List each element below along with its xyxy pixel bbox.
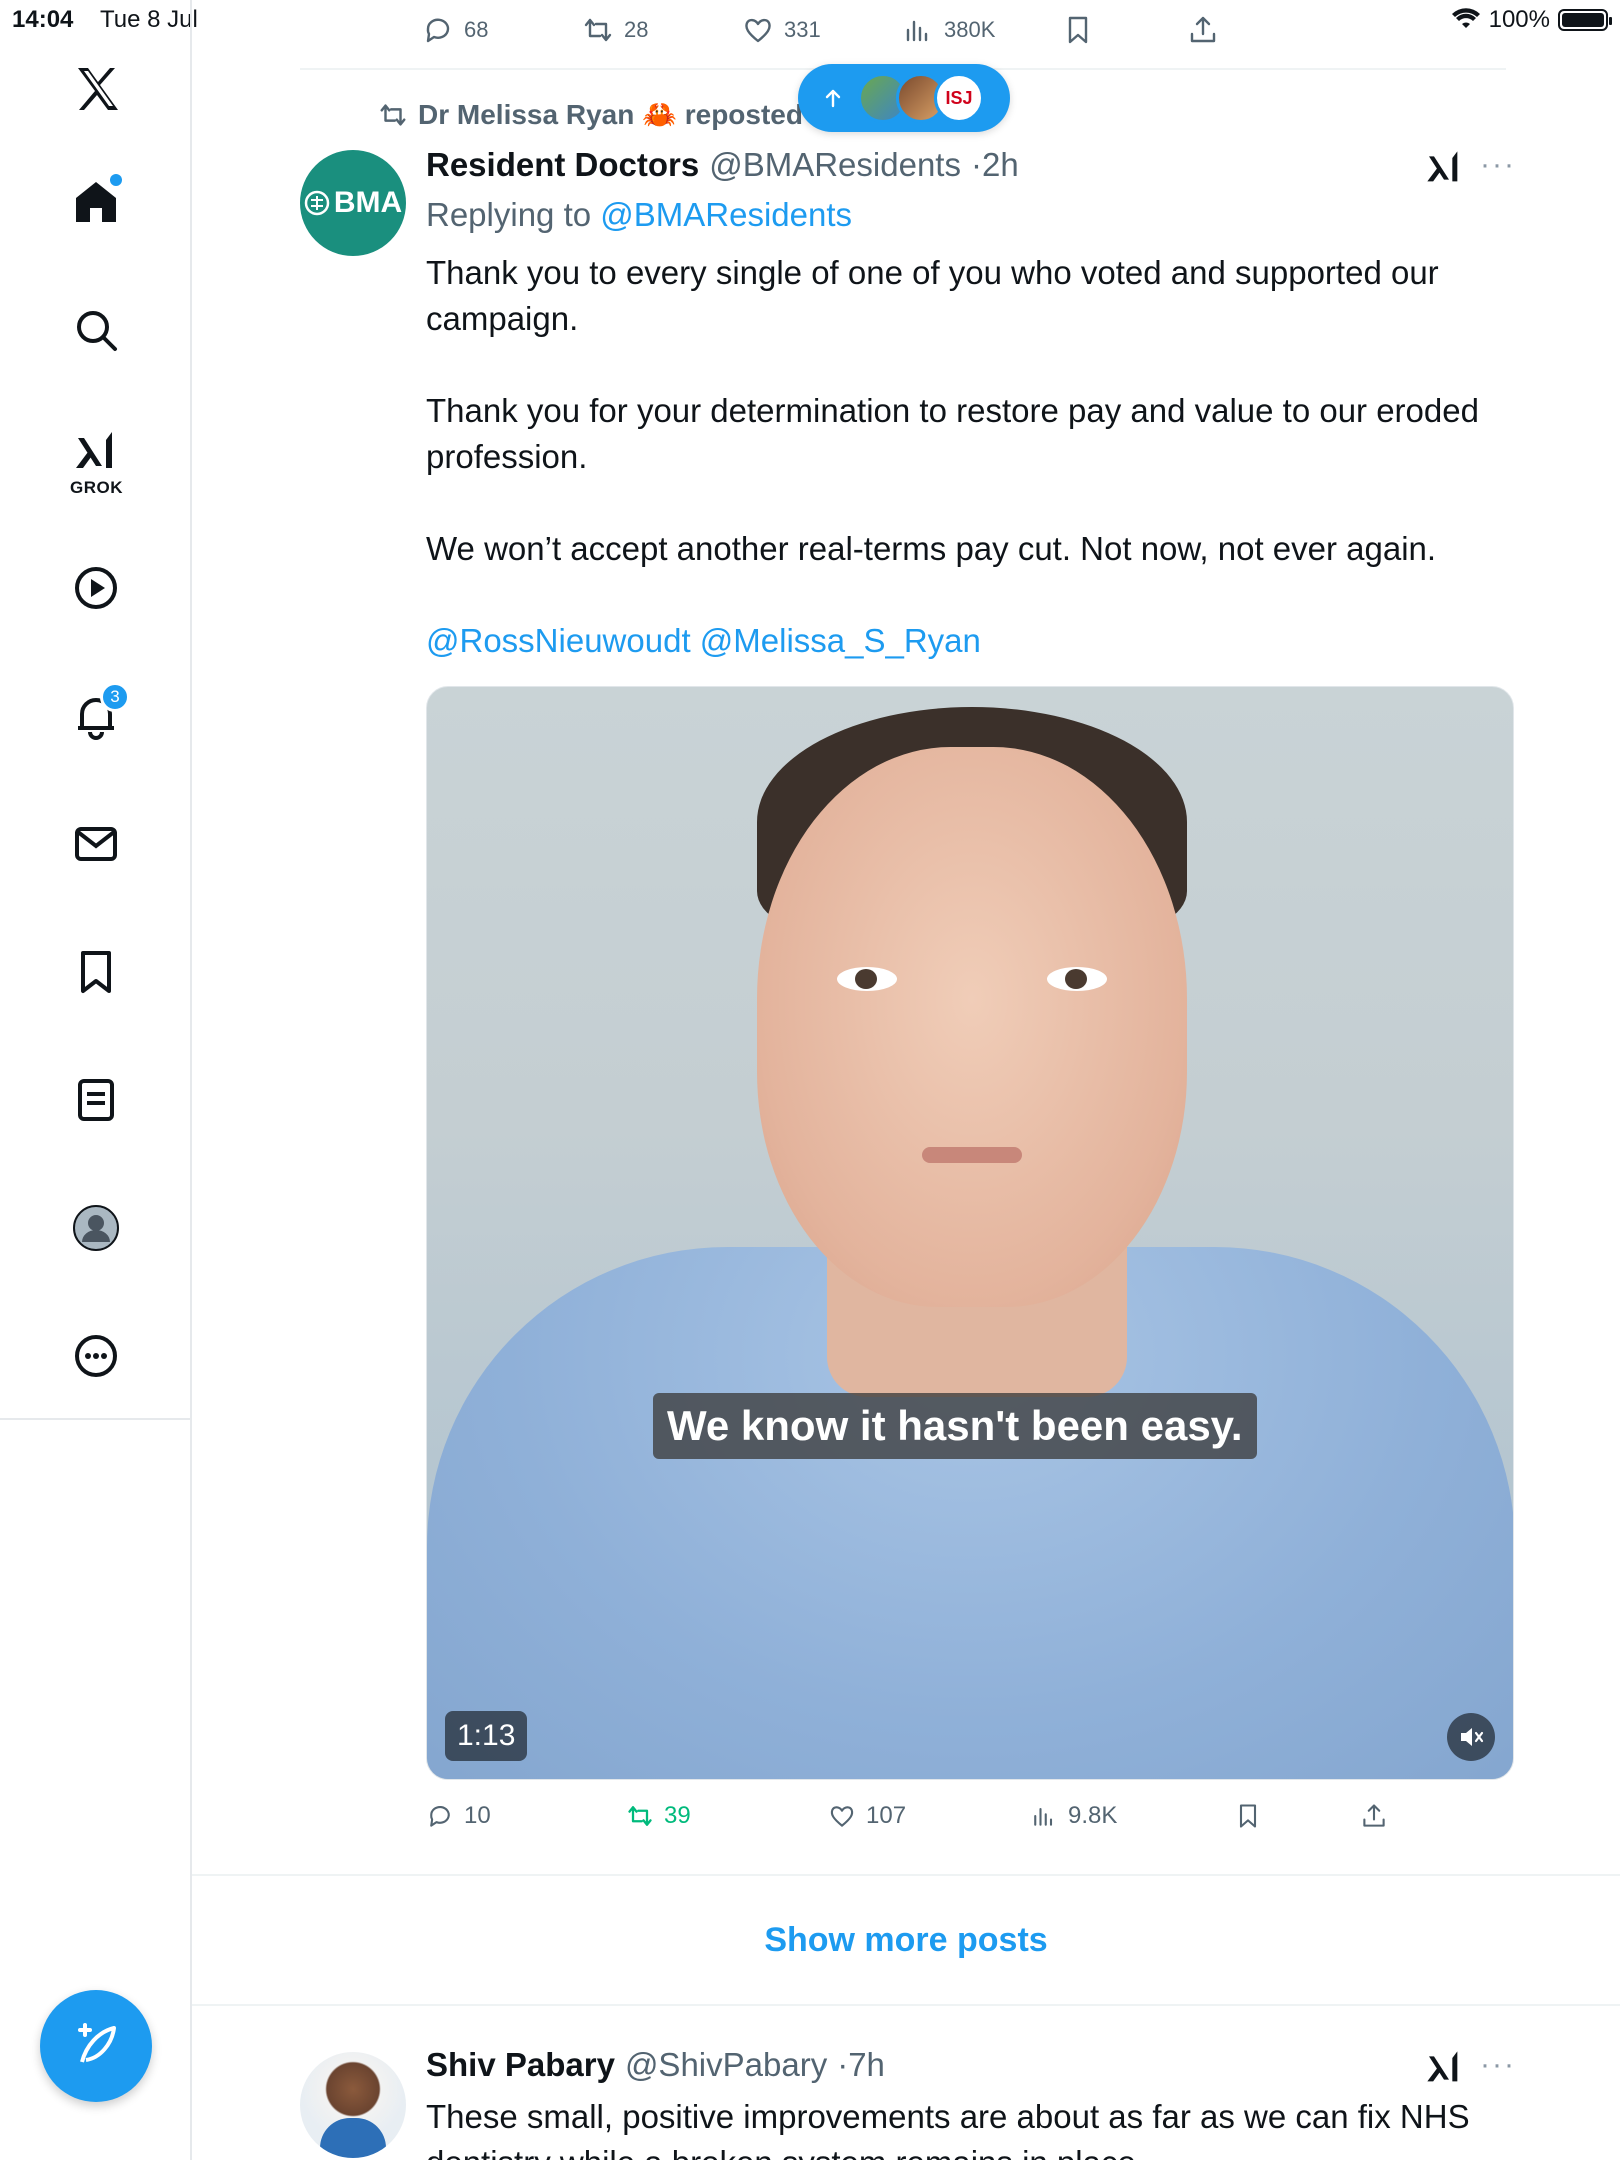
tweet-time[interactable]: 7h — [848, 2046, 885, 2084]
tweet-header: Shiv Pabary @ShivPabary · 7h — [426, 2046, 885, 2084]
views-icon — [1034, 1807, 1053, 1826]
search-icon[interactable] — [56, 290, 136, 370]
x-logo-icon[interactable] — [56, 48, 136, 128]
repost-indicator[interactable]: Dr Melissa Ryan 🦀 reposted — [378, 98, 803, 131]
like-count: 107 — [866, 1802, 907, 1829]
timeline: 68 28 331 380K Dr Melissa Ryan 🦀 reposte… — [192, 0, 1620, 2160]
tweet-paragraph: We won’t accept another real-terms pay c… — [426, 530, 1437, 567]
repost-icon — [584, 18, 612, 42]
like-button[interactable]: 107 — [828, 1802, 1030, 1830]
bma-logo-icon — [304, 190, 330, 216]
separator-dot: · — [837, 2046, 849, 2083]
views-count: 9.8K — [1068, 1802, 1118, 1829]
muted-speaker-icon — [1461, 1728, 1484, 1746]
tweet-text: These small, positive improvements are a… — [426, 2098, 1470, 2160]
more-icon[interactable] — [56, 1316, 136, 1396]
bookmark-button[interactable] — [1234, 1802, 1360, 1830]
repost-button[interactable]: 39 — [626, 1802, 828, 1830]
bookmark-button[interactable] — [1062, 14, 1187, 46]
grok-label: GROK — [70, 478, 123, 497]
feed-divider — [192, 1874, 1620, 1876]
share-icon — [1190, 16, 1216, 43]
avatar[interactable]: BMA — [300, 150, 406, 256]
repost-count: 39 — [664, 1802, 691, 1829]
grok-icon[interactable] — [1424, 2048, 1464, 2088]
more-options-icon[interactable]: ··· — [1480, 148, 1516, 182]
replying-to-handle[interactable]: @BMAResidents — [600, 196, 852, 233]
views-button[interactable]: 380K — [902, 14, 1062, 46]
avatar-text: BMA — [333, 186, 403, 219]
more-options-icon[interactable]: ··· — [1480, 2048, 1516, 2082]
repost-icon — [628, 1806, 652, 1826]
tweet-text: Thank you to every single of one of you … — [426, 250, 1506, 710]
pill-avatar: ISJ — [934, 73, 984, 123]
share-icon — [1363, 1804, 1385, 1827]
replying-to: Replying to @BMAResidents — [426, 196, 852, 234]
tweet-header: Resident Doctors @BMAResidents · 2h — [426, 146, 1019, 184]
video-frame-face — [757, 747, 1187, 1307]
compose-button[interactable] — [40, 1990, 152, 2102]
sidebar: GROK 3 — [0, 0, 192, 2160]
repost-button[interactable]: 28 — [582, 14, 742, 46]
bookmark-icon[interactable] — [56, 932, 136, 1012]
views-icon — [906, 20, 928, 42]
views-button[interactable]: 9.8K — [1030, 1802, 1234, 1830]
video-caption: We know it hasn't been easy. — [653, 1393, 1257, 1459]
views-count: 380K — [944, 17, 996, 42]
grok-icon[interactable] — [1424, 148, 1464, 188]
author-handle[interactable]: @BMAResidents — [709, 146, 961, 184]
compose-icon — [78, 2023, 116, 2063]
tweet-paragraph: Thank you to every single of one of you … — [426, 254, 1439, 337]
mail-icon[interactable] — [56, 804, 136, 884]
tweet-actions: 10 39 107 9.8K — [426, 1794, 1426, 1838]
tweet-mentions[interactable]: @RossNieuwoudt @Melissa_S_Ryan — [426, 618, 1506, 664]
heart-icon — [745, 18, 771, 43]
home-unread-dot — [110, 174, 122, 186]
author-name[interactable]: Shiv Pabary — [426, 2046, 615, 2084]
separator-dot: · — [970, 146, 982, 183]
reply-button[interactable]: 10 — [426, 1802, 626, 1830]
author-name[interactable]: Resident Doctors — [426, 146, 699, 184]
sidebar-divider — [0, 1418, 192, 1420]
tweet-time[interactable]: 2h — [982, 146, 1019, 184]
repost-icon — [380, 103, 406, 126]
like-button[interactable]: 331 — [742, 14, 902, 46]
reply-icon — [426, 18, 450, 43]
reply-count: 10 — [464, 1802, 491, 1829]
show-more-posts-button[interactable]: Show more posts — [192, 1878, 1620, 2002]
home-icon[interactable] — [56, 162, 136, 242]
bell-icon[interactable]: 3 — [56, 676, 136, 756]
bookmark-icon — [1068, 16, 1088, 44]
heart-icon — [830, 1806, 854, 1827]
share-button[interactable] — [1360, 1802, 1420, 1830]
previous-tweet-actions: 68 28 331 380K — [422, 8, 1442, 52]
avatar[interactable] — [300, 2052, 406, 2158]
bookmark-icon — [1239, 1804, 1257, 1828]
list-icon[interactable] — [56, 1060, 136, 1140]
reply-button[interactable]: 68 — [422, 14, 582, 46]
mute-button[interactable] — [1447, 1713, 1495, 1761]
notification-badge: 3 — [100, 682, 130, 712]
reply-count: 68 — [464, 17, 489, 42]
share-button[interactable] — [1187, 14, 1247, 46]
like-count: 331 — [784, 17, 821, 42]
new-posts-pill[interactable]: ISJ — [798, 64, 1010, 132]
replying-prefix: Replying to — [426, 196, 592, 233]
arrow-up-icon — [825, 89, 841, 108]
video-duration: 1:13 — [445, 1711, 528, 1761]
author-handle[interactable]: @ShivPabary — [625, 2046, 827, 2084]
repost-by-label: Dr Melissa Ryan 🦀 reposted — [418, 99, 803, 130]
repost-count: 28 — [624, 17, 649, 42]
feed-divider — [192, 2004, 1620, 2006]
reply-icon — [430, 1805, 450, 1827]
profile-icon[interactable] — [56, 1188, 136, 1268]
tweet-paragraph: Thank you for your determination to rest… — [426, 392, 1479, 475]
video-player[interactable]: We know it hasn't been easy. 1:13 — [426, 686, 1514, 1780]
play-icon[interactable] — [56, 548, 136, 628]
